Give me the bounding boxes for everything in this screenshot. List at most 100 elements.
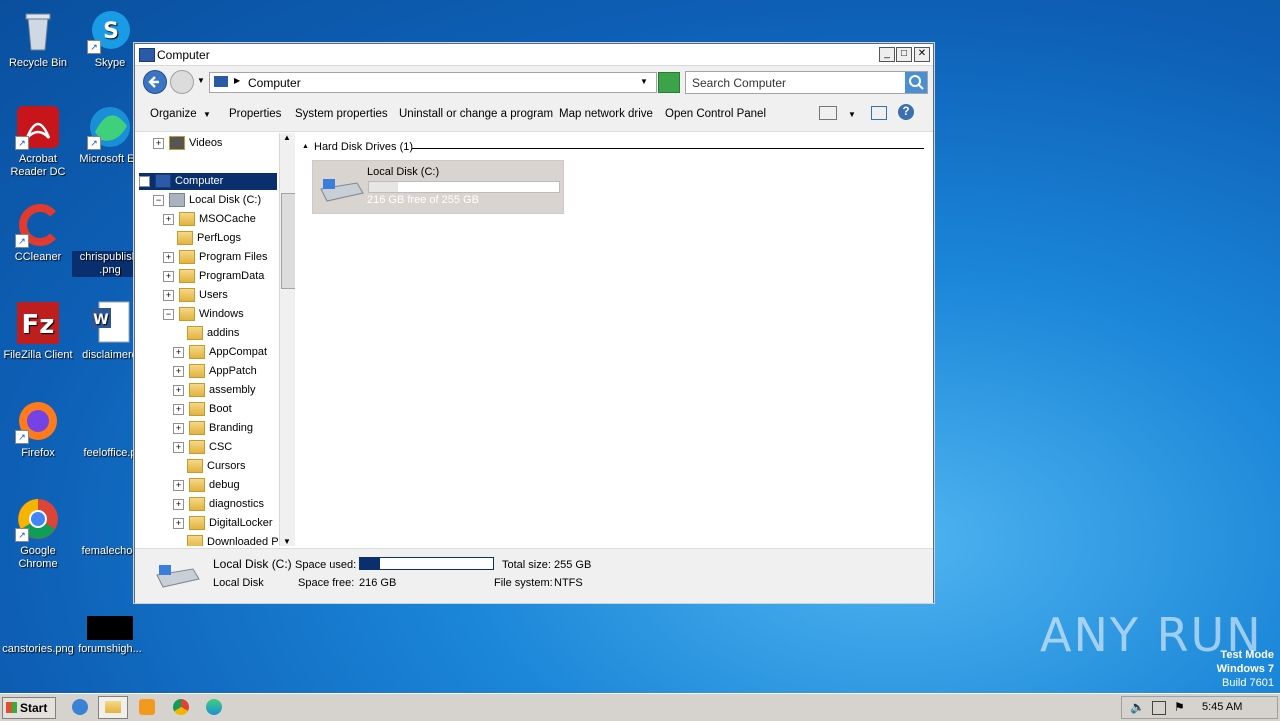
expand-icon[interactable]: + — [173, 346, 184, 358]
expand-icon[interactable]: + — [173, 422, 184, 434]
desktop-icon-acrobat[interactable]: ↗ Acrobat Reader DC — [0, 104, 76, 179]
volume-icon[interactable]: 🔈 — [1130, 700, 1145, 714]
clock[interactable]: 5:45 AM — [1202, 701, 1242, 713]
desktop-icon-chrome[interactable]: ↗ Google Chrome — [0, 496, 76, 571]
properties-button[interactable]: Properties — [229, 108, 281, 120]
details-pane: Local Disk (C:) Local Disk Space used: T… — [135, 548, 933, 603]
scroll-thumb[interactable] — [281, 193, 295, 289]
tree-item-folder[interactable]: PerfLogs — [177, 230, 241, 247]
chevron-down-icon[interactable]: ▼ — [203, 110, 211, 119]
collapse-icon[interactable]: − — [153, 194, 164, 206]
change-view-icon[interactable] — [819, 106, 837, 120]
organize-menu[interactable]: Organize — [150, 108, 197, 120]
scroll-up-icon[interactable]: ▲ — [283, 133, 291, 142]
uninstall-program-button[interactable]: Uninstall or change a program — [399, 108, 553, 120]
tree-item-folder[interactable]: + AppPatch — [173, 363, 257, 380]
close-button[interactable]: ✕ — [914, 47, 930, 62]
tree-item-folder[interactable]: + assembly — [173, 382, 255, 399]
start-button[interactable]: Start — [2, 697, 56, 719]
minimize-button[interactable]: _ — [879, 47, 895, 62]
tree-item-videos[interactable]: + Videos — [153, 135, 222, 152]
collapse-icon[interactable]: − — [139, 175, 150, 187]
open-control-panel-button[interactable]: Open Control Panel — [665, 108, 766, 120]
expand-icon[interactable]: + — [173, 403, 184, 415]
tree-item-folder[interactable]: + MSOCache — [163, 211, 256, 228]
recent-pages-dropdown[interactable]: ▼ — [197, 76, 205, 85]
edge-icon[interactable] — [206, 699, 222, 715]
address-bar[interactable]: ▶ Computer ▼ — [209, 72, 657, 93]
desktop-icon-filezilla[interactable]: Fz FileZilla Client — [0, 300, 76, 362]
title-bar[interactable]: Computer _ □ ✕ — [135, 44, 933, 66]
flag-icon[interactable]: ⚑ — [1174, 700, 1185, 714]
view-options-dropdown[interactable]: ▼ — [848, 110, 856, 119]
tree-item-folder[interactable]: + CSC — [173, 439, 232, 456]
collapse-group-icon[interactable]: ▲ — [302, 143, 309, 150]
expand-icon[interactable]: + — [173, 498, 184, 510]
preview-pane-icon[interactable] — [871, 106, 887, 120]
tree-item-folder[interactable]: addins — [187, 325, 239, 342]
tree-item-folder[interactable]: + Program Files — [163, 249, 267, 266]
folder-icon — [189, 383, 205, 398]
internet-explorer-icon[interactable] — [72, 699, 88, 715]
expand-icon[interactable]: + — [173, 517, 184, 529]
search-box[interactable]: Search Computer — [685, 71, 928, 94]
expand-icon[interactable]: + — [173, 365, 184, 377]
tree-item-folder[interactable]: + ProgramData — [163, 268, 264, 285]
tree-item-folder[interactable]: + AppCompat — [173, 344, 267, 361]
tree-item-folder[interactable]: + DigitalLocker — [173, 515, 273, 532]
expand-icon[interactable]: + — [173, 441, 184, 453]
expand-icon[interactable]: + — [173, 479, 184, 491]
group-header[interactable]: ▲ Hard Disk Drives (1) — [302, 141, 924, 155]
file-explorer-icon[interactable] — [98, 696, 128, 719]
folder-icon — [189, 364, 205, 379]
tree-item-folder[interactable]: Downloaded Pr — [187, 534, 282, 546]
collapse-icon[interactable]: − — [163, 308, 174, 320]
shortcut-arrow-icon: ↗ — [15, 234, 29, 248]
expand-icon[interactable]: + — [163, 270, 174, 282]
system-properties-button[interactable]: System properties — [295, 108, 388, 120]
media-player-icon[interactable] — [139, 699, 155, 715]
tree-item-folder[interactable]: + debug — [173, 477, 240, 494]
refresh-button[interactable] — [658, 72, 680, 93]
map-network-drive-button[interactable]: Map network drive — [559, 108, 653, 120]
window-title: Computer — [157, 48, 210, 62]
address-dropdown[interactable]: ▼ — [640, 77, 648, 86]
tree-item-folder[interactable]: + Branding — [173, 420, 253, 437]
help-icon[interactable]: ? — [898, 104, 914, 120]
breadcrumb-arrow-icon[interactable]: ▶ — [234, 76, 240, 85]
tree-item-folder[interactable]: + Boot — [173, 401, 232, 418]
taskbar: Start 🔈 ⚑ 5:45 AM — [0, 693, 1280, 721]
expand-icon[interactable]: + — [153, 137, 164, 149]
back-button[interactable] — [143, 70, 167, 94]
search-icon[interactable] — [905, 72, 927, 93]
expand-icon[interactable]: + — [163, 251, 174, 263]
folder-icon — [189, 516, 205, 531]
maximize-button[interactable]: □ — [896, 47, 912, 62]
test-mode-text: Test Mode Windows 7 Build 7601 — [1216, 649, 1274, 689]
desktop-icon-recycle-bin[interactable]: Recycle Bin — [0, 8, 76, 70]
network-icon[interactable] — [1152, 701, 1166, 715]
forward-button[interactable] — [170, 70, 194, 94]
navigation-pane: + Videos − Computer − Local Disk (C:) + MSOC… — [137, 133, 295, 546]
tree-item-folder[interactable]: − Windows — [163, 306, 244, 323]
space-used-fill — [360, 558, 380, 569]
desktop-icon-firefox[interactable]: ↗ Firefox — [0, 398, 76, 460]
search-input[interactable]: Search Computer — [692, 76, 786, 90]
expand-icon[interactable]: + — [173, 384, 184, 396]
chrome-icon[interactable] — [173, 699, 189, 715]
expand-icon[interactable]: + — [163, 289, 174, 301]
tree-item-folder[interactable]: + diagnostics — [173, 496, 264, 513]
folder-icon — [189, 440, 205, 455]
folder-icon — [189, 402, 205, 417]
tree-item-local-disk[interactable]: − Local Disk (C:) — [153, 192, 261, 209]
tree-item-folder[interactable]: Cursors — [187, 458, 246, 475]
desktop-icon-png-file[interactable]: canstories.png — [0, 594, 76, 656]
tree-item-computer[interactable]: − Computer — [139, 173, 277, 190]
desktop-icon-ccleaner[interactable]: ↗ CCleaner — [0, 202, 76, 264]
nav-scrollbar[interactable]: ▲ ▼ — [279, 133, 295, 546]
drive-tile[interactable]: Local Disk (C:) 216 GB free of 255 GB — [312, 160, 564, 214]
desktop-icon-file[interactable]: forumshigh... — [72, 594, 148, 656]
expand-icon[interactable]: + — [163, 213, 174, 225]
scroll-down-icon[interactable]: ▼ — [283, 537, 291, 546]
tree-item-folder[interactable]: + Users — [163, 287, 228, 304]
